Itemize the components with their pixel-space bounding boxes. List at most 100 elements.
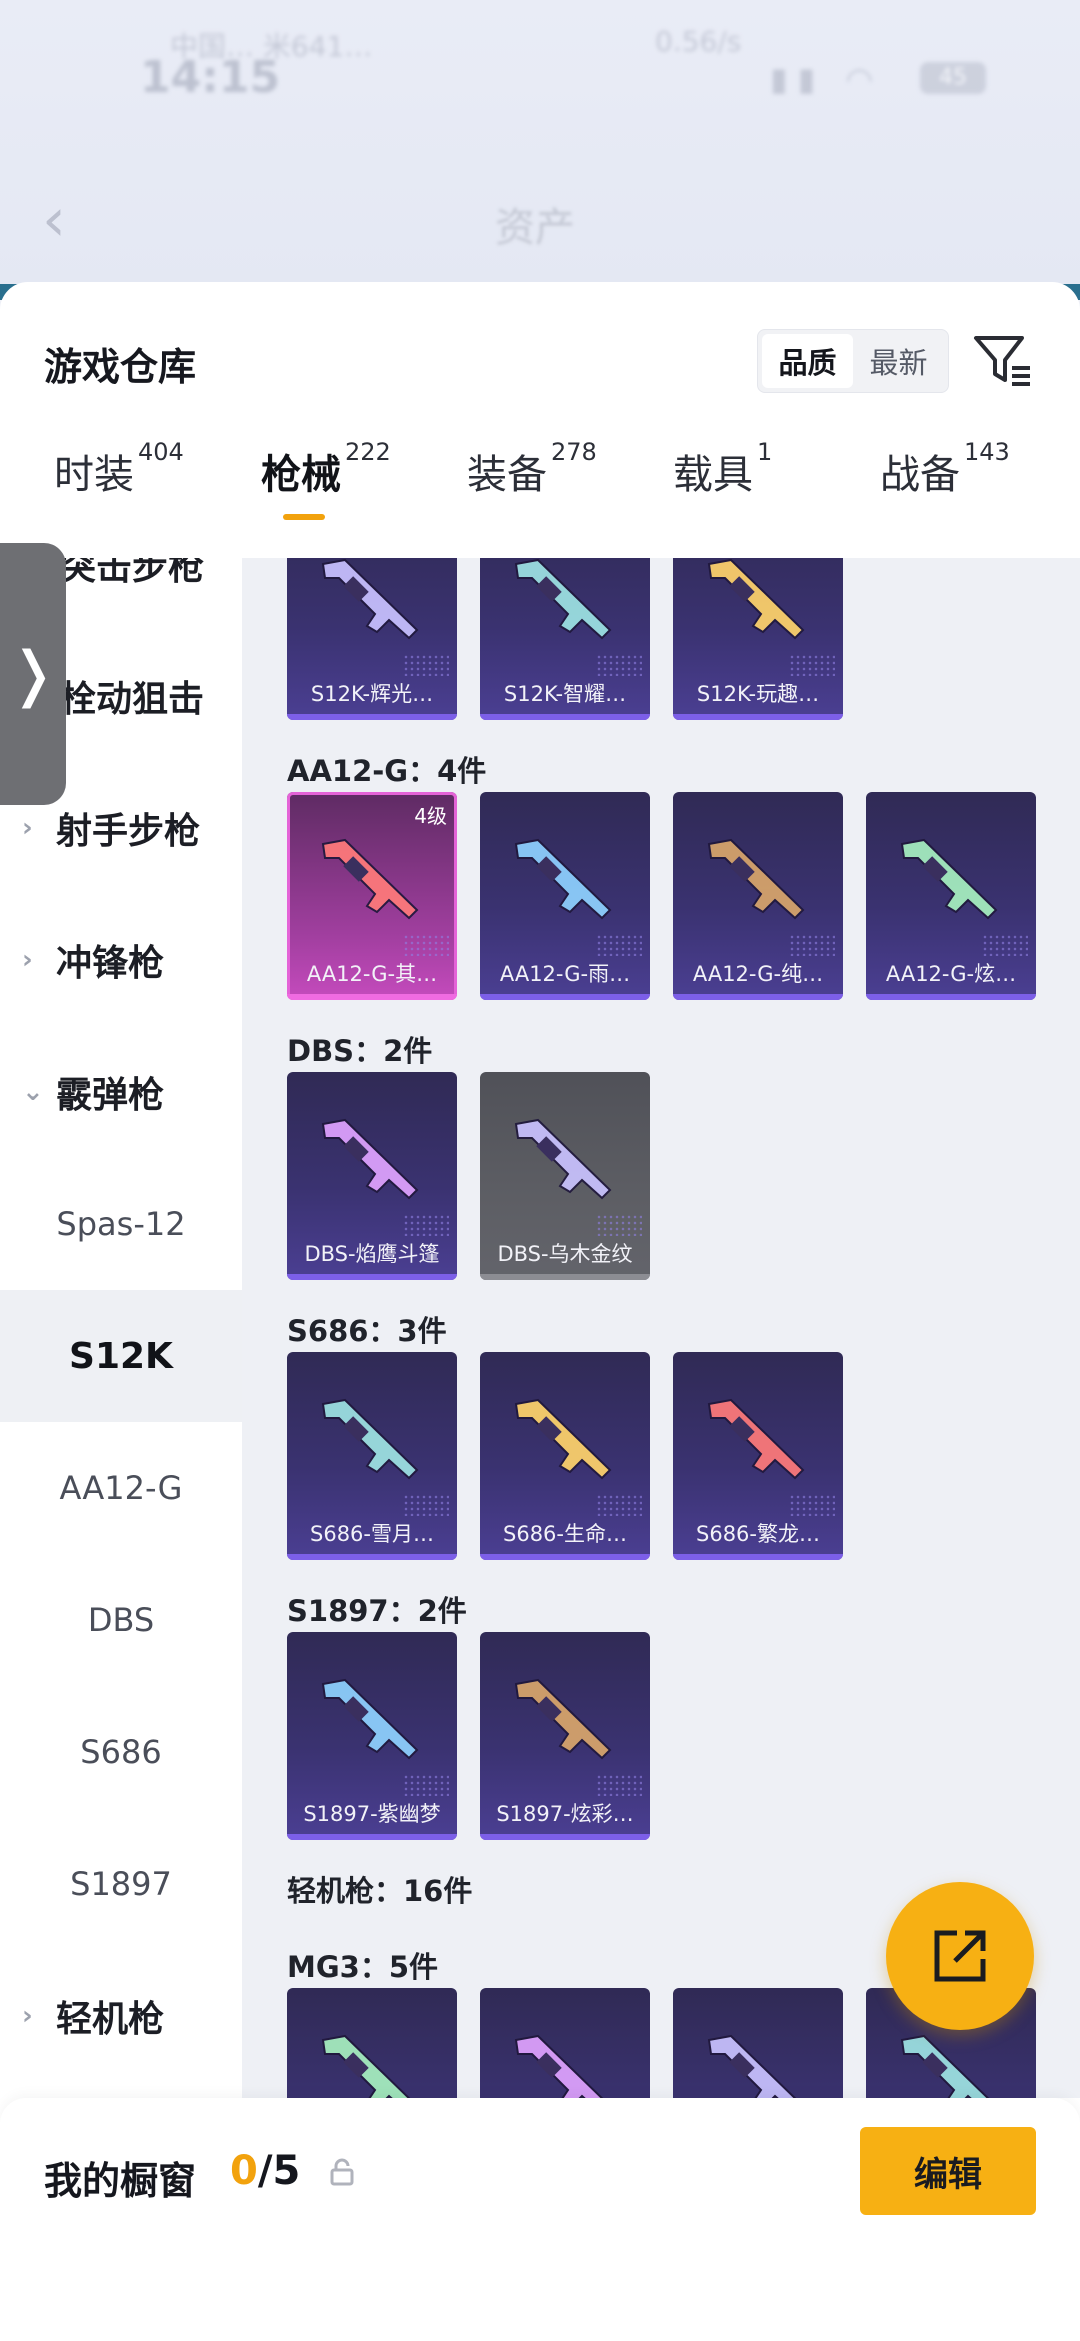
chevron-right-icon: › xyxy=(22,945,33,975)
item-name: S12K-玩趣… xyxy=(696,682,820,706)
sidebar-item-s1897[interactable]: S1897 xyxy=(0,1818,242,1950)
card-rarity-bar xyxy=(866,994,1036,1000)
category-tabs: 时装 404 枪械 222 装备 278 载具 1 战备 143 xyxy=(0,438,1080,542)
sidebar-item-smg[interactable]: › 冲锋枪 xyxy=(0,894,242,1026)
weapon-image xyxy=(900,838,998,920)
group-title: DBS：2件 xyxy=(287,1034,433,1068)
status-speed: 0.56/s xyxy=(655,25,742,58)
item-card[interactable]: S1897-炫彩… xyxy=(480,1632,650,1840)
weapon-image xyxy=(707,838,805,920)
item-card[interactable]: DBS-焰鹰斗篷 xyxy=(287,1072,457,1280)
card-rarity-bar xyxy=(673,994,843,1000)
card-pattern xyxy=(596,1774,642,1796)
sort-option-newest[interactable]: 最新 xyxy=(853,334,944,388)
sidebar-item-shotgun[interactable]: ⌄ 霰弹枪 xyxy=(0,1026,242,1158)
card-pattern xyxy=(403,1214,449,1236)
sidebar-item-spas12[interactable]: Spas-12 xyxy=(0,1158,242,1290)
card-rarity-bar xyxy=(287,1274,457,1280)
weapon-image xyxy=(707,2034,797,2098)
card-pattern xyxy=(789,1494,835,1516)
chevron-right-icon: › xyxy=(22,813,33,843)
item-card[interactable]: S686-繁龙… xyxy=(673,1352,843,1560)
back-arrow-icon[interactable]: ‹ xyxy=(42,185,66,255)
group-title: S1897：2件 xyxy=(287,1594,467,1628)
item-card[interactable]: S686-生命… xyxy=(480,1352,650,1560)
edit-button[interactable]: 编辑 xyxy=(860,2127,1036,2215)
weapon-image xyxy=(707,1398,805,1480)
sidebar-item-label: S1897 xyxy=(70,1865,172,1903)
item-card[interactable] xyxy=(287,1988,457,2098)
tab-equipment[interactable]: 装备 278 xyxy=(467,438,597,500)
item-name: S1897-紫幽梦 xyxy=(303,1802,441,1826)
signal-wifi-icon: ▮▮ ◠ xyxy=(770,60,884,98)
tab-firearms[interactable]: 枪械 222 xyxy=(261,438,391,500)
card-pattern xyxy=(789,934,835,956)
sidebar-item-label: DBS xyxy=(87,1601,155,1639)
item-card[interactable]: S12K-玩趣… xyxy=(673,558,843,720)
tab-count: 404 xyxy=(138,438,184,466)
sidebar-collapse-handle[interactable]: ❭ xyxy=(0,543,66,805)
item-name: DBS-焰鹰斗篷 xyxy=(304,1242,440,1266)
item-card[interactable]: S1897-紫幽梦 xyxy=(287,1632,457,1840)
showcase-label: 我的橱窗 xyxy=(44,2159,197,2203)
group-title: AA12-G：4件 xyxy=(287,754,487,788)
tab-count: 143 xyxy=(964,438,1010,466)
tab-vehicles[interactable]: 载具 1 xyxy=(673,438,772,500)
sheet-title: 游戏仓库 xyxy=(44,345,197,389)
item-card[interactable]: DBS-乌木金纹 xyxy=(480,1072,650,1280)
sort-toggle: 品质 最新 xyxy=(757,329,949,393)
weapon-image xyxy=(321,1118,419,1200)
tab-supplies[interactable]: 战备 143 xyxy=(880,438,1010,500)
share-button[interactable] xyxy=(886,1882,1034,2030)
weapon-image xyxy=(514,1678,612,1760)
sidebar-item-s12k[interactable]: S12K xyxy=(0,1290,242,1422)
tab-label: 时装 xyxy=(54,452,134,498)
item-card[interactable]: S12K-辉光… xyxy=(287,558,457,720)
chevron-right-icon: › xyxy=(22,2001,33,2031)
item-card[interactable]: AA12-G-炫… xyxy=(866,792,1036,1000)
tab-label: 载具 xyxy=(673,452,753,498)
showcase-panel: 我的橱窗 0/5 编辑 xyxy=(0,2098,1080,2341)
weapon-image xyxy=(321,1678,419,1760)
tab-count: 1 xyxy=(757,438,773,466)
filter-icon[interactable] xyxy=(972,330,1034,392)
sidebar-item-lmg[interactable]: › 轻机枪 xyxy=(0,1950,242,2082)
card-rarity-bar xyxy=(480,994,650,1000)
share-icon xyxy=(934,1930,986,1982)
item-name: S1897-炫彩… xyxy=(496,1802,634,1826)
card-pattern xyxy=(403,1494,449,1516)
card-rarity-bar xyxy=(480,1274,650,1280)
item-card[interactable]: S12K-智耀… xyxy=(480,558,650,720)
weapon-image xyxy=(321,2034,411,2098)
item-card[interactable] xyxy=(480,1988,650,2098)
sidebar-item-s686[interactable]: S686 xyxy=(0,1686,242,1818)
tab-count: 278 xyxy=(551,438,597,466)
active-tab-indicator xyxy=(283,514,325,520)
card-pattern xyxy=(403,1774,449,1796)
group-title: MG3：5件 xyxy=(287,1950,439,1984)
sidebar-item-dbs[interactable]: DBS xyxy=(0,1554,242,1686)
item-card[interactable] xyxy=(673,1988,843,2098)
item-card[interactable]: S686-雪月… xyxy=(287,1352,457,1560)
tab-label: 装备 xyxy=(467,452,547,498)
item-card[interactable]: AA12-G-纯… xyxy=(673,792,843,1000)
sidebar-item-aa12g[interactable]: AA12-G xyxy=(0,1422,242,1554)
tab-label: 战备 xyxy=(880,452,960,498)
card-pattern xyxy=(982,934,1028,956)
sort-option-quality[interactable]: 品质 xyxy=(762,334,853,388)
group-title: S686：3件 xyxy=(287,1314,447,1348)
sidebar-item-label: S686 xyxy=(80,1733,162,1771)
item-card[interactable]: 4级 AA12-G-其… xyxy=(287,792,457,1000)
tab-fashion[interactable]: 时装 404 xyxy=(54,438,184,500)
weapon-image xyxy=(321,1398,419,1480)
sidebar-item-label: Spas-12 xyxy=(56,1205,186,1243)
item-card[interactable]: AA12-G-雨… xyxy=(480,792,650,1000)
weapon-image xyxy=(514,2034,604,2098)
status-bar: 中国… 米641… 14:15 0.56/s ▮▮ ◠ 45 xyxy=(0,0,1080,120)
sidebar-item-label: › 射手步枪 xyxy=(22,811,201,852)
item-level-badge: 4级 xyxy=(414,804,447,828)
weapon-image xyxy=(321,838,419,920)
chevron-down-icon: ⌄ xyxy=(22,1077,44,1107)
sidebar-item-label: ⌄ 霰弹枪 xyxy=(22,1075,165,1116)
weapon-image xyxy=(707,558,805,640)
